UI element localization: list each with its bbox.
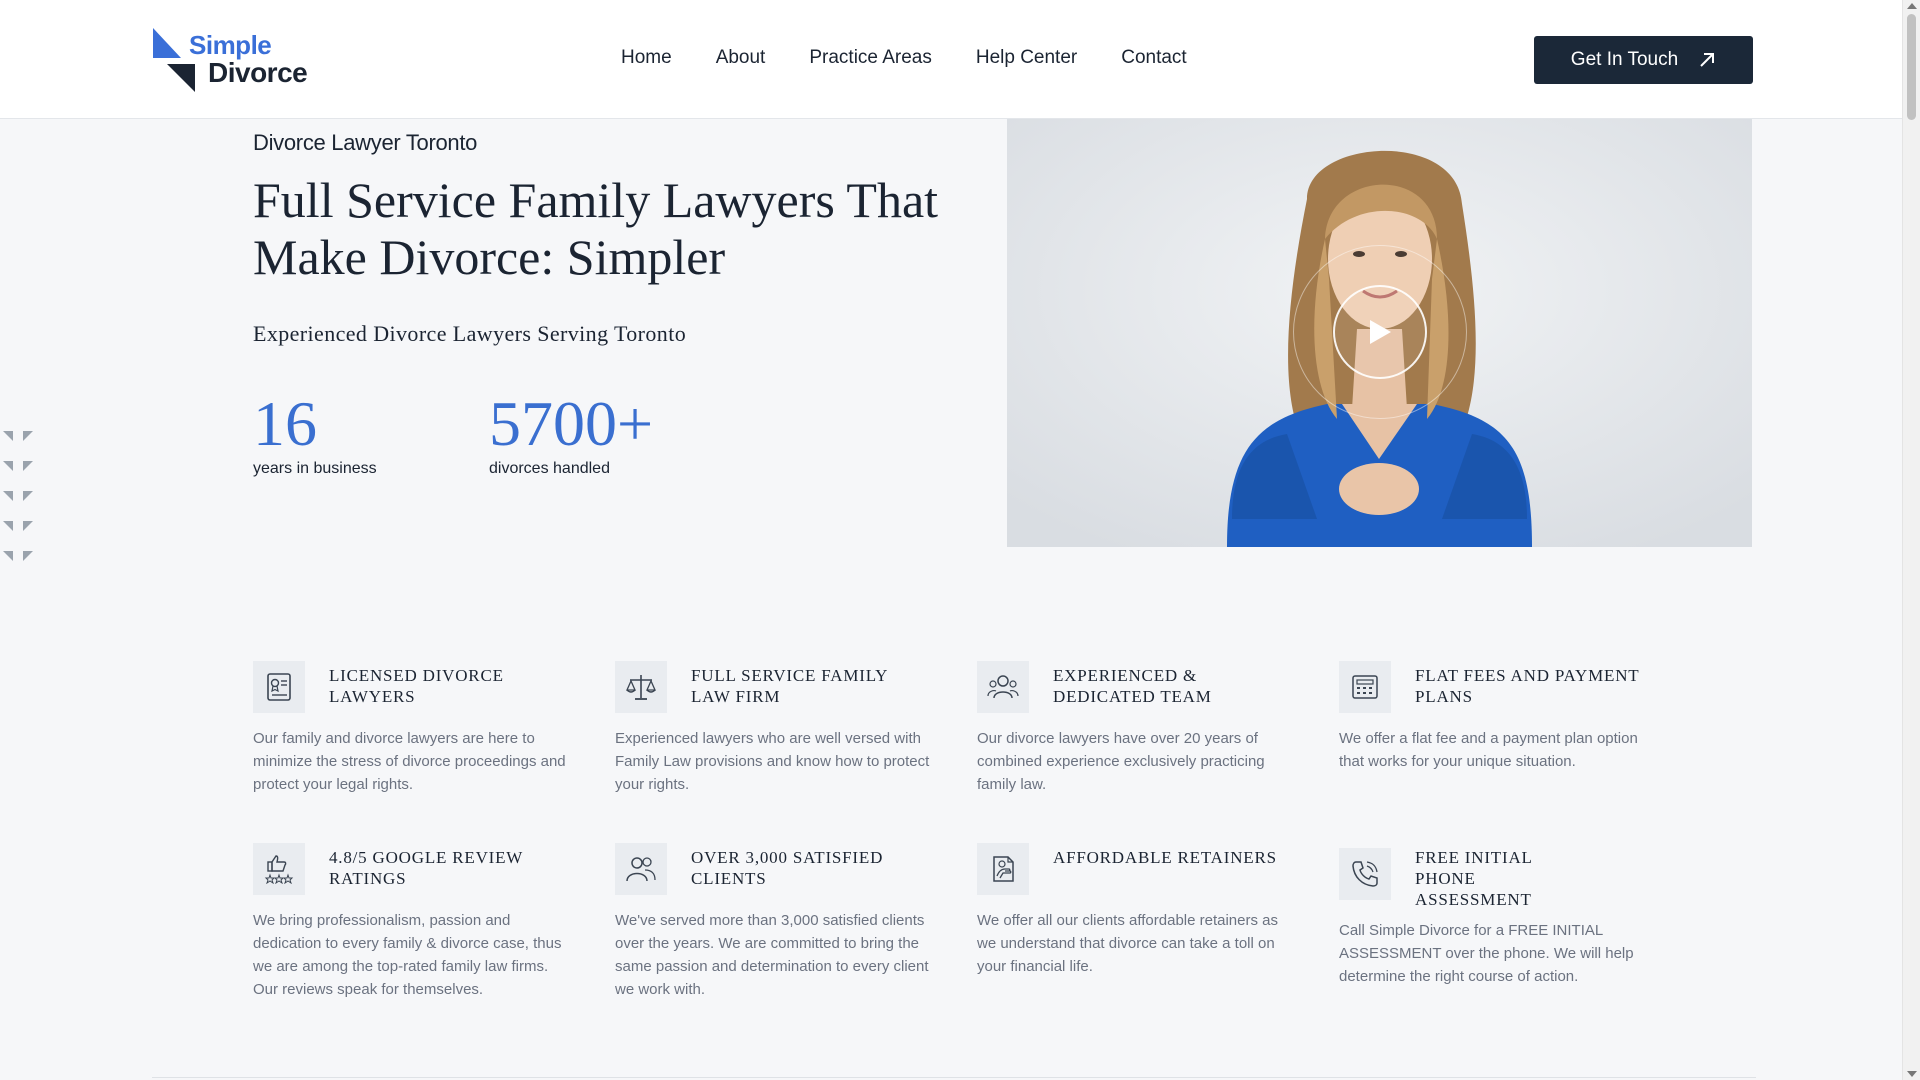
scroll-down-arrow-icon[interactable]: [1907, 1071, 1917, 1077]
feature-title: Free Initial Phone Assessment: [1415, 848, 1533, 909]
feature-title: Affordable Retainers: [1053, 848, 1277, 867]
stat-years-value: 16: [253, 388, 317, 459]
play-button[interactable]: [1333, 285, 1427, 379]
scrollbar-thumb[interactable]: [1907, 14, 1916, 120]
section-divider: [152, 1077, 1756, 1078]
page-scrollbar[interactable]: [1902, 0, 1920, 1080]
hero-subtitle: Experienced Divorce Lawyers Serving Toro…: [253, 321, 687, 346]
stat-divorces-label: divorces handled: [489, 460, 610, 477]
feature-desc: Our family and divorce lawyers are here …: [253, 730, 566, 793]
page: Simple Divorce Home About Practice Areas…: [0, 0, 1920, 1080]
get-in-touch-button[interactable]: Get In Touch: [1534, 36, 1753, 84]
clients-icon: [615, 843, 667, 895]
calculator-icon: [1339, 661, 1391, 713]
feature-title: Flat Fees and Payment Plans: [1415, 666, 1640, 706]
certificate-icon: [253, 661, 305, 713]
feature-title: Over 3,000 Satisfied Clients: [691, 848, 884, 888]
main-nav: Home About Practice Areas Help Center Co…: [621, 47, 1187, 69]
feature-title: Experienced & Dedicated Team: [1053, 666, 1212, 706]
nav-contact[interactable]: Contact: [1121, 47, 1186, 69]
feature-title: Licensed Divorce Lawyers: [329, 666, 504, 706]
logo-word-divorce: Divorce: [208, 57, 308, 88]
feature-desc: We offer all our clients affordable reta…: [977, 912, 1278, 975]
team-icon: [977, 661, 1029, 713]
scales-icon: [615, 661, 667, 713]
feature-desc: Our divorce lawyers have over 20 years o…: [977, 730, 1265, 793]
brand-logo[interactable]: Simple Divorce: [151, 26, 311, 94]
nav-help-center[interactable]: Help Center: [976, 47, 1077, 69]
feature-desc: Experienced lawyers who are well versed …: [615, 730, 930, 793]
hero-eyebrow: Divorce Lawyer Toronto: [253, 130, 478, 155]
arrow-up-right-icon: [1700, 53, 1715, 67]
play-icon: [1370, 320, 1391, 344]
phone-icon: [1339, 848, 1391, 900]
get-in-touch-label: Get In Touch: [1570, 49, 1679, 70]
stat-divorces: 5700+ divorces handled: [489, 388, 653, 478]
feature-title: Full Service Family Law Firm: [691, 666, 888, 706]
stat-divorces-value: 5700+: [489, 388, 654, 459]
feature-desc: We've served more than 3,000 satisfied c…: [615, 912, 929, 998]
feature-desc: We bring professionalism, passion and de…: [253, 912, 562, 998]
intro-video[interactable]: [1007, 119, 1752, 547]
document-hand-icon: [977, 843, 1029, 895]
feature-desc: We offer a flat fee and a payment plan o…: [1339, 730, 1638, 770]
feature-desc: Call Simple Divorce for a FREE INITIAL A…: [1339, 922, 1634, 985]
stat-years: 16 years in business: [253, 388, 377, 478]
decorative-dots-icon: [3, 431, 33, 561]
scroll-up-arrow-icon[interactable]: [1907, 3, 1917, 9]
nav-home[interactable]: Home: [621, 47, 672, 69]
nav-practice-areas[interactable]: Practice Areas: [809, 47, 932, 69]
thumbs-up-stars-icon: [253, 843, 305, 895]
feature-title: 4.8/5 Google Review Ratings: [329, 848, 523, 888]
stat-years-label: years in business: [253, 460, 377, 477]
site-header: Simple Divorce Home About Practice Areas…: [0, 0, 1902, 119]
hero-title: Full Service Family Lawyers That Make Di…: [253, 172, 939, 285]
nav-about[interactable]: About: [716, 47, 766, 69]
